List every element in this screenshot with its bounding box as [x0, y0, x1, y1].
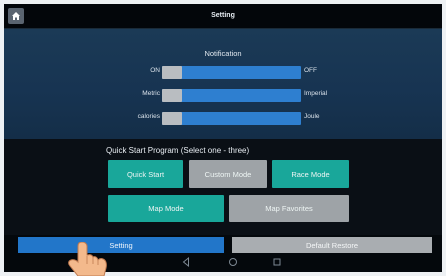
default-restore-button[interactable]: Default Restore [232, 237, 432, 253]
off-label: OFF [304, 67, 317, 74]
device-screen: Setting Notification ON OFF Metric Imper… [4, 4, 442, 272]
toggle-knob [162, 89, 182, 102]
setting-button[interactable]: Setting [18, 237, 224, 253]
back-icon[interactable] [182, 257, 190, 267]
notification-heading: Notification [204, 49, 242, 58]
toggle-knob [162, 66, 182, 79]
energy-toggle[interactable] [162, 112, 301, 125]
metric-label: Metric [142, 90, 160, 97]
quick-start-panel: Quick Start Program (Select one - three)… [4, 139, 442, 235]
map-mode-button[interactable]: Map Mode [108, 195, 224, 222]
recents-icon[interactable] [272, 257, 282, 267]
nav-home-icon[interactable] [228, 257, 238, 267]
calories-label: calories [137, 113, 160, 120]
custom-mode-button[interactable]: Custom Mode [189, 160, 267, 188]
pointing-hand-icon [68, 242, 107, 276]
title-bar: Setting [4, 4, 442, 29]
map-favorites-button[interactable]: Map Favorites [229, 195, 349, 222]
toggle-knob [162, 112, 182, 125]
imperial-label: Imperial [304, 90, 328, 97]
on-label: ON [150, 67, 160, 74]
race-mode-button[interactable]: Race Mode [272, 160, 349, 188]
unit-toggle[interactable] [162, 89, 301, 102]
joule-label: Joule [304, 113, 320, 120]
notification-toggle[interactable] [162, 66, 301, 79]
quick-start-heading: Quick Start Program (Select one - three) [106, 146, 250, 155]
quick-start-button[interactable]: Quick Start [108, 160, 183, 188]
notification-panel: Notification ON OFF Metric Imperial calo… [4, 29, 442, 139]
page-title: Setting [211, 12, 235, 19]
